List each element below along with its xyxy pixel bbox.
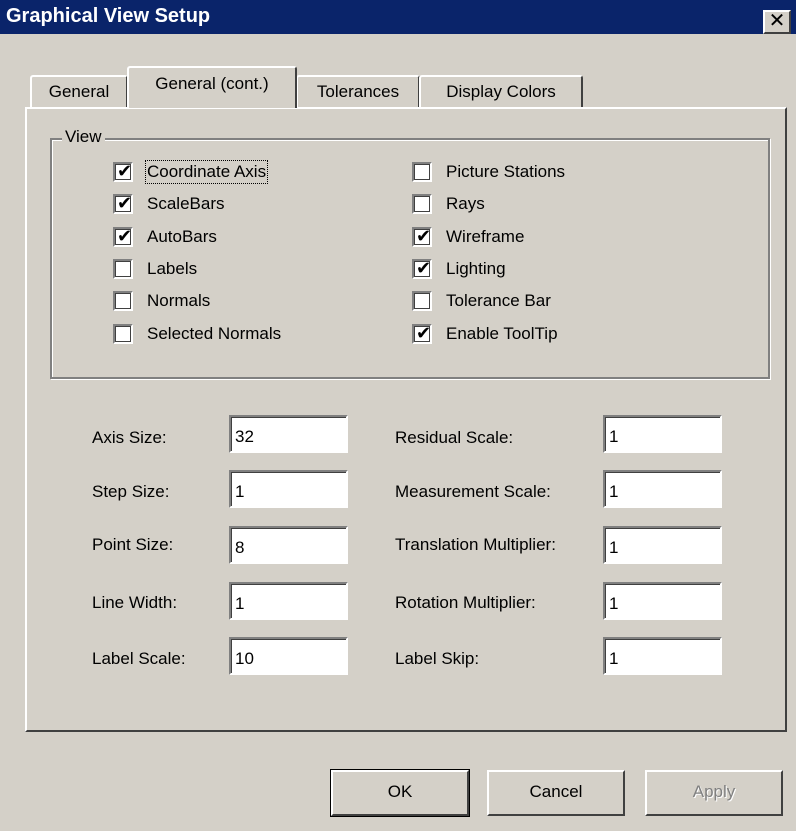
checkbox-label: Wireframe [446,227,525,246]
tab-general[interactable]: General [30,75,128,109]
title-bar: Graphical View Setup ✕ [0,0,796,34]
checkbox-label: Coordinate Axis [144,160,269,184]
checkbox-box[interactable] [412,194,432,214]
check-mark-icon: ✔ [416,323,432,343]
checkbox-label: Selected Normals [147,324,282,343]
check-mark-icon: ✔ [117,161,133,181]
checkbox-label: Normals [147,291,211,310]
checkbox-wireframe[interactable]: ✔ Wireframe [412,225,524,249]
label-scale-input[interactable] [229,637,348,675]
checkbox-box[interactable]: ✔ [412,323,432,344]
checkbox-labels[interactable]: Labels [113,257,197,281]
checkbox-label: Rays [446,194,485,213]
checkbox-selected-normals[interactable]: Selected Normals [113,322,281,346]
tab-general-cont-label: General (cont.) [155,74,269,93]
checkbox-box[interactable] [113,291,133,311]
tab-display-colors-label: Display Colors [446,82,556,101]
checkbox-label: ScaleBars [147,194,225,213]
rotation-multiplier-label: Rotation Multiplier: [395,593,536,612]
check-mark-icon: ✔ [117,226,133,246]
checkbox-box[interactable] [412,291,432,311]
line-width-label: Line Width: [92,593,178,612]
close-button[interactable]: ✕ [763,10,791,34]
ok-button[interactable]: OK [330,769,470,817]
tab-tolerances[interactable]: Tolerances [296,75,420,109]
tab-general-cont[interactable]: General (cont.) [127,66,297,108]
apply-button[interactable]: Apply [645,770,783,816]
checkbox-autobars[interactable]: ✔ AutoBars [113,225,217,249]
point-size-input[interactable] [229,526,348,564]
tab-general-label: General [48,82,110,101]
checkbox-label: Picture Stations [446,162,566,181]
check-mark-icon: ✔ [416,226,432,246]
window-title: Graphical View Setup [6,5,211,27]
checkbox-box[interactable]: ✔ [113,161,133,182]
rotation-multiplier-input[interactable] [603,582,722,620]
checkbox-label: Lighting [446,259,506,278]
residual-scale-label: Residual Scale: [395,428,514,447]
measurement-scale-label: Measurement Scale: [395,482,551,501]
checkbox-enable-tooltip[interactable]: ✔ Enable ToolTip [412,322,558,346]
checkbox-box[interactable]: ✔ [412,226,432,247]
translation-multiplier-label: Translation Multiplier: [395,535,556,554]
axis-size-input[interactable] [229,415,348,453]
axis-size-label: Axis Size: [92,428,167,447]
label-skip-label: Label Skip: [395,649,480,668]
point-size-label: Point Size: [92,535,174,554]
checkbox-picture-stations[interactable]: Picture Stations [412,160,565,184]
checkbox-box[interactable] [412,162,432,182]
checkbox-scalebars[interactable]: ✔ ScaleBars [113,192,224,216]
tab-display-colors[interactable]: Display Colors [419,75,583,109]
label-skip-input[interactable] [603,637,722,675]
checkbox-rays[interactable]: Rays [412,192,485,216]
checkbox-normals[interactable]: Normals [113,289,210,313]
tab-tolerances-label: Tolerances [316,82,400,101]
step-size-input[interactable] [229,470,348,508]
cancel-button[interactable]: Cancel [487,770,625,816]
checkbox-label: Enable ToolTip [446,324,558,343]
checkbox-tolerance-bar[interactable]: Tolerance Bar [412,289,551,313]
checkbox-box[interactable] [113,324,133,344]
checkbox-box[interactable]: ✔ [113,193,133,214]
checkbox-box[interactable]: ✔ [412,258,432,279]
checkbox-box[interactable]: ✔ [113,226,133,247]
checkbox-box[interactable] [113,259,133,279]
view-group-legend: View [62,127,105,147]
checkbox-coordinate-axis[interactable]: ✔ Coordinate Axis [113,160,269,184]
translation-multiplier-input[interactable] [603,526,722,564]
close-icon: ✕ [768,10,786,32]
checkbox-lighting[interactable]: ✔ Lighting [412,257,506,281]
checkbox-label: AutoBars [147,227,217,246]
check-mark-icon: ✔ [416,258,432,278]
measurement-scale-input[interactable] [603,470,722,508]
line-width-input[interactable] [229,582,348,620]
label-scale-label: Label Scale: [92,649,186,668]
step-size-label: Step Size: [92,482,170,501]
check-mark-icon: ✔ [117,193,133,213]
checkbox-label: Labels [147,259,198,278]
residual-scale-input[interactable] [603,415,722,453]
checkbox-label: Tolerance Bar [446,291,551,310]
